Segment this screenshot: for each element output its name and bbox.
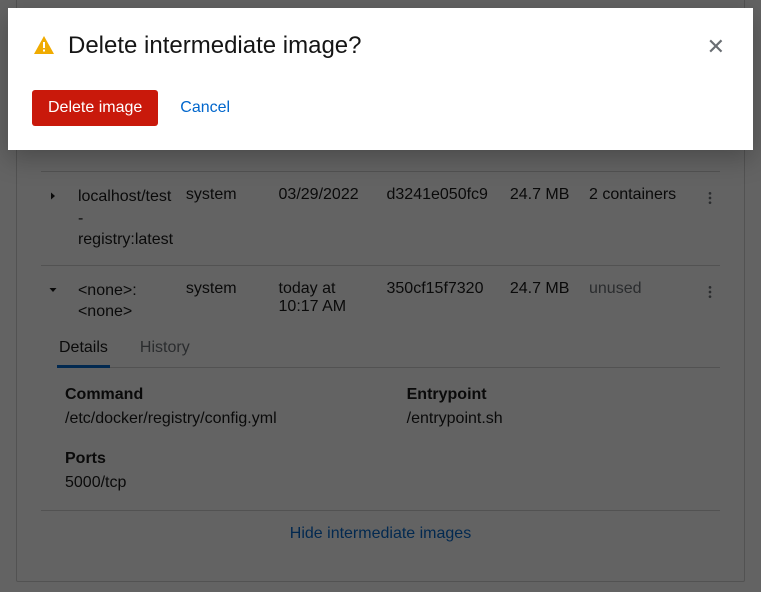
warning-icon [32, 34, 56, 58]
modal-close-button[interactable]: ✕ [703, 32, 729, 62]
delete-image-modal: Delete intermediate image? ✕ Delete imag… [8, 8, 753, 150]
cancel-button[interactable]: Cancel [176, 90, 234, 126]
delete-image-button[interactable]: Delete image [32, 90, 158, 126]
modal-title: Delete intermediate image? [68, 32, 691, 60]
